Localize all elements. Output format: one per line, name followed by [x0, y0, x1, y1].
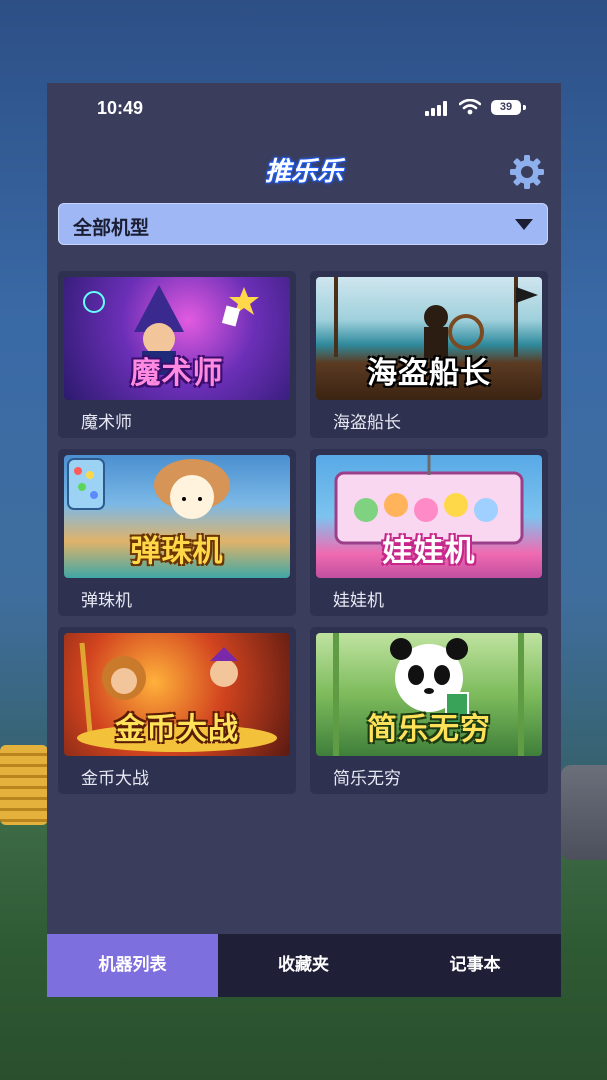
machine-type-dropdown[interactable]: 全部机型 — [58, 203, 548, 245]
background-stone — [561, 765, 607, 860]
bottom-tab-bar: 机器列表 收藏夹 记事本 — [47, 934, 561, 997]
game-thumbnail: 海盗船长 — [316, 277, 542, 400]
wifi-icon — [459, 99, 481, 115]
game-thumbnail-title: 弹珠机 — [130, 534, 224, 569]
game-thumbnail: 简乐无穷 — [316, 633, 542, 756]
game-thumbnail-title: 魔术师 — [130, 356, 224, 391]
game-thumbnail-title: 娃娃机 — [382, 534, 476, 569]
game-card-label: 金币大战 — [81, 769, 149, 789]
game-card-coinbattle[interactable]: 金币大战 金币大战 — [58, 627, 296, 794]
battery-tip — [523, 105, 526, 110]
game-thumbnail: 魔术师 — [64, 277, 290, 400]
header: 推乐乐 — [47, 135, 561, 195]
gear-icon[interactable] — [507, 152, 547, 192]
game-card-label: 娃娃机 — [333, 591, 384, 611]
game-thumbnail-title: 金币大战 — [115, 712, 239, 747]
game-thumbnail: 金币大战 — [64, 633, 290, 756]
game-thumbnail: 娃娃机 — [316, 455, 542, 578]
chevron-down-icon — [515, 219, 533, 230]
game-card-magician[interactable]: 魔术师 魔术师 — [58, 271, 296, 438]
app-logo: 推乐乐 — [264, 157, 343, 187]
game-card-label: 魔术师 — [81, 413, 132, 433]
game-card-pirate[interactable]: 海盗船长 海盗船长 — [310, 271, 548, 438]
game-card-pinball[interactable]: 弹珠机 弹珠机 — [58, 449, 296, 616]
app-panel: 10:49 39 推乐乐 全部机型 魔术师 魔术师 海盗船长 海盗船长 弹珠机 … — [47, 83, 561, 997]
status-time: 10:49 — [97, 98, 144, 118]
game-card-claw[interactable]: 娃娃机 娃娃机 — [310, 449, 548, 616]
game-card-panda[interactable]: 简乐无穷 简乐无穷 — [310, 627, 548, 794]
dropdown-selected-value: 全部机型 — [73, 217, 150, 239]
tab-notepad[interactable]: 记事本 — [389, 934, 561, 997]
cellular-signal-icon — [425, 101, 447, 116]
tab-machine-list[interactable]: 机器列表 — [47, 934, 218, 997]
battery-indicator: 39 — [491, 100, 521, 115]
game-thumbnail: 弹珠机 — [64, 455, 290, 578]
game-card-label: 海盗船长 — [333, 413, 401, 433]
game-card-label: 简乐无穷 — [333, 769, 401, 789]
tab-favorites[interactable]: 收藏夹 — [218, 934, 389, 997]
game-thumbnail-title: 简乐无穷 — [367, 712, 491, 747]
game-thumbnail-title: 海盗船长 — [367, 356, 491, 391]
background-coin-stack — [0, 745, 48, 825]
game-card-label: 弹珠机 — [81, 591, 132, 611]
status-bar: 10:49 39 — [47, 83, 561, 135]
